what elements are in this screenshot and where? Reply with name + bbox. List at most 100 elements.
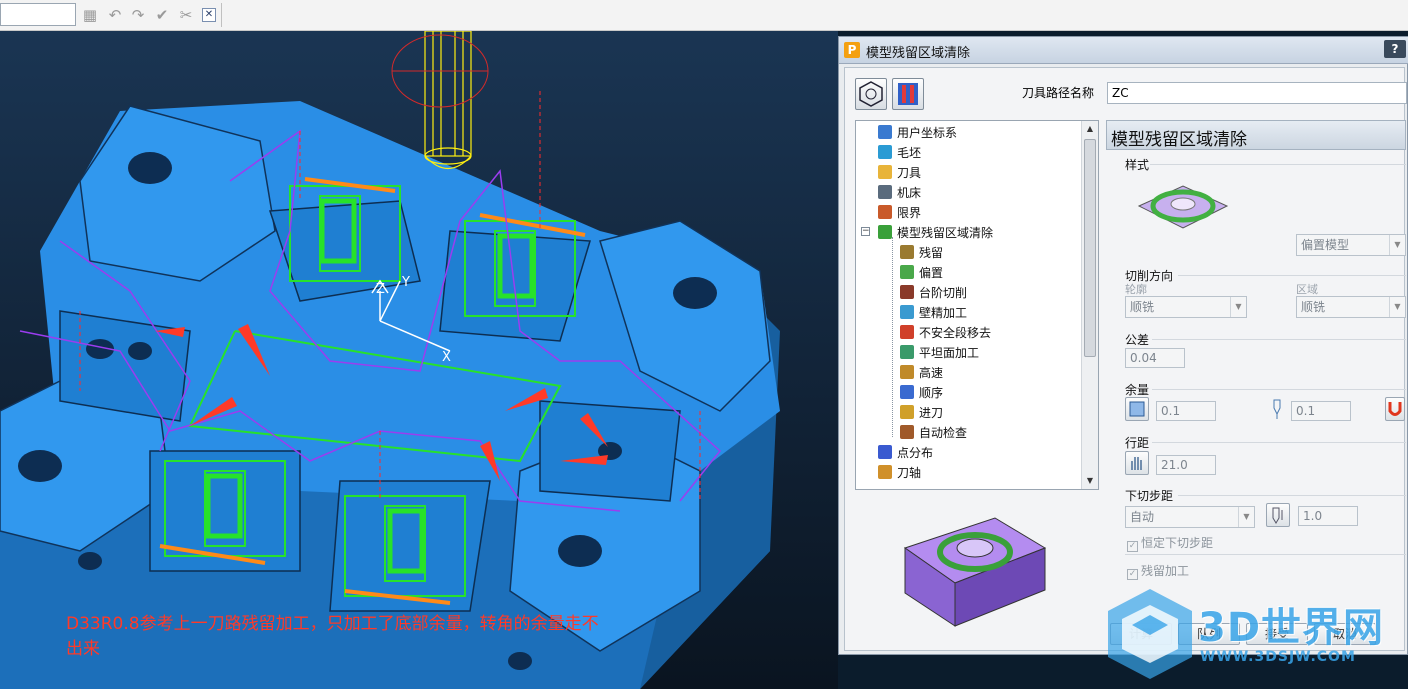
tree-item[interactable]: 刀轴 <box>878 463 921 483</box>
tool-length-icon <box>1272 507 1283 524</box>
tree-item[interactable]: 自动检查 <box>900 423 967 443</box>
tree-item[interactable]: 壁精加工 <box>900 303 967 323</box>
component-thickness-button[interactable] <box>1385 397 1405 421</box>
tree-item-label: 限界 <box>897 206 922 220</box>
style-preview-icon <box>1137 185 1229 229</box>
high-speed-icon <box>900 365 914 379</box>
help-button[interactable]: ? <box>1384 40 1406 58</box>
hand-icon <box>1131 457 1142 470</box>
tolerance-input[interactable]: 0.04 <box>1125 348 1185 368</box>
scissors-icon[interactable]: ✂ <box>176 5 196 25</box>
lead-in-icon <box>900 405 914 419</box>
calculator-icon[interactable]: ▦ <box>80 5 100 25</box>
check-icon[interactable]: ✔ <box>152 5 172 25</box>
tree-item[interactable]: 台阶切削 <box>900 283 967 303</box>
tree-item[interactable]: 模型残留区域清除 <box>878 223 993 243</box>
strategy-selector-button[interactable] <box>855 78 887 110</box>
stepover-input[interactable]: 21.0 <box>1156 455 1216 475</box>
axis-y-label: Y <box>401 275 410 290</box>
radial-allowance-input[interactable]: 0.1 <box>1156 401 1216 421</box>
stepover-label: 行距 <box>1125 436 1150 450</box>
toolbar-input[interactable] <box>0 3 76 26</box>
watermark-url: WWW.3DSJW.COM <box>1200 649 1356 665</box>
checkbox-checked-icon: ✓ <box>1127 569 1138 580</box>
stepdown-mode-value: 自动 <box>1130 510 1155 524</box>
redo-icon[interactable]: ↷ <box>128 5 148 25</box>
rest-icon <box>900 245 914 259</box>
tree-item[interactable]: 刀具 <box>878 163 921 183</box>
app-logo-icon: P <box>844 42 860 58</box>
scroll-up-icon[interactable]: ▲ <box>1082 121 1098 137</box>
rest-area-clearance-dialog: P 模型残留区域清除 ? 刀具路径名称 用户坐标系毛坯刀具机床限界模型残留区域清… <box>838 36 1408 655</box>
style-select[interactable]: 偏置模型 ▼ <box>1296 234 1406 256</box>
undo-icon[interactable]: ↶ <box>105 5 125 25</box>
tree-item-label: 自动检查 <box>919 426 968 440</box>
tree-item-label: 高速 <box>919 366 944 380</box>
top-toolbar: ▦ ↶ ↷ ✔ ✂ ✕ <box>0 0 1408 31</box>
axial-allowance-icon <box>1270 398 1284 420</box>
constant-stepdown-checkbox[interactable]: ✓ 恒定下切步距 <box>1127 534 1213 552</box>
toolpath-name-input[interactable] <box>1107 82 1407 104</box>
tree-item[interactable]: 残留 <box>900 243 943 263</box>
tree-item[interactable]: 偏置 <box>900 263 943 283</box>
tree-item-label: 机床 <box>897 186 922 200</box>
cad-viewport[interactable]: X Y Z D33R0.8参考上一刀路残留加工，只加工了底部余量，转角的余量走不… <box>0 31 838 689</box>
step-cut-icon <box>900 285 914 299</box>
stepdown-copy-button[interactable] <box>1266 503 1290 527</box>
tool-icon <box>878 165 892 179</box>
tree-item-label: 进刀 <box>919 406 944 420</box>
stepover-copy-button[interactable] <box>1125 451 1149 475</box>
allowance-divider <box>1152 389 1406 390</box>
tree-item[interactable]: 点分布 <box>878 443 933 463</box>
dialog-titlebar[interactable]: P 模型残留区域清除 ? <box>839 37 1408 64</box>
area-direction-select[interactable]: 顺铣 ▼ <box>1296 296 1406 318</box>
profile-direction-value: 顺铣 <box>1130 300 1155 314</box>
tree-expander-icon[interactable]: − <box>861 227 870 236</box>
tree-item[interactable]: 限界 <box>878 203 921 223</box>
stepdown-mode-select[interactable]: 自动 ▼ <box>1125 506 1255 528</box>
tree-item-label: 平坦面加工 <box>919 346 980 360</box>
axis-z-label: Z <box>376 282 385 297</box>
machine-icon <box>878 185 892 199</box>
strategy-tree[interactable]: 用户坐标系毛坯刀具机床限界模型残留区域清除 残留 偏置台阶切削壁精加工不安全段移去平… <box>855 120 1099 490</box>
stepdown-divider <box>1178 495 1406 496</box>
tree-item-label: 壁精加工 <box>919 306 968 320</box>
tree-item-label: 顺序 <box>919 386 944 400</box>
strategy-preview-image <box>903 517 1047 627</box>
rest-machining-checkbox[interactable]: ✓ 残留加工 <box>1127 562 1189 580</box>
dialog-body: 刀具路径名称 用户坐标系毛坯刀具机床限界模型残留区域清除残留偏置台阶切削壁精加工… <box>844 67 1407 651</box>
close-icon[interactable]: ✕ <box>202 8 216 22</box>
ucs-icon <box>878 125 892 139</box>
tree-item-label: 刀具 <box>897 166 922 180</box>
scroll-thumb[interactable] <box>1084 139 1096 357</box>
watermark: 3D世界网 WWW.3DSJW.COM <box>1100 583 1400 683</box>
limits-icon <box>878 205 892 219</box>
axial-allowance-input[interactable]: 0.1 <box>1291 401 1351 421</box>
annotation-line-2: 出来 <box>66 639 100 659</box>
tool-axis-icon <box>878 465 892 479</box>
tree-item[interactable]: 高速 <box>900 363 943 383</box>
stepdown-label: 下切步距 <box>1125 489 1174 503</box>
tree-item[interactable]: 进刀 <box>900 403 943 423</box>
profile-direction-select[interactable]: 顺铣 ▼ <box>1125 296 1247 318</box>
tree-item[interactable]: 机床 <box>878 183 921 203</box>
settings-template-button[interactable] <box>892 78 924 110</box>
allowance-icon <box>1129 401 1145 417</box>
allowance-toggle-button[interactable] <box>1125 397 1149 421</box>
tree-item[interactable]: 不安全段移去 <box>900 323 991 343</box>
order-icon <box>900 385 914 399</box>
tree-item[interactable]: 平坦面加工 <box>900 343 979 363</box>
area-direction-value: 顺铣 <box>1301 300 1326 314</box>
chevron-down-icon: ▼ <box>1389 297 1405 317</box>
point-dist-icon <box>878 445 892 459</box>
tree-item[interactable]: 顺序 <box>900 383 943 403</box>
tree-item[interactable]: 毛坯 <box>878 143 921 163</box>
tree-scrollbar[interactable]: ▲ ▼ <box>1081 121 1098 489</box>
scroll-down-icon[interactable]: ▼ <box>1082 473 1098 489</box>
tree-item-label: 台阶切削 <box>919 286 968 300</box>
allowance-label: 余量 <box>1125 383 1150 397</box>
tree-item[interactable]: 用户坐标系 <box>878 123 957 143</box>
tree-item-label: 用户坐标系 <box>897 126 958 140</box>
stepdown-input[interactable]: 1.0 <box>1298 506 1358 526</box>
tree-item-label: 刀轴 <box>897 466 922 480</box>
